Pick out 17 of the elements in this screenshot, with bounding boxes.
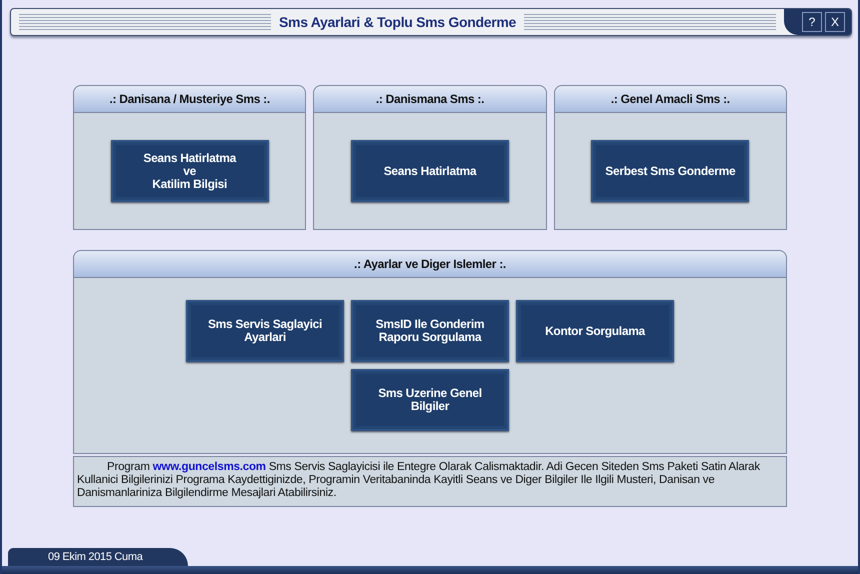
- action-button[interactable]: Kontor Sorgulama: [516, 300, 674, 362]
- status-date: 09 Ekim 2015 Cuma: [8, 548, 188, 566]
- website-link[interactable]: www.guncelsms.com: [152, 461, 266, 473]
- title-bar-button[interactable]: ?: [802, 12, 822, 32]
- action-button[interactable]: Seans Hatirlatma: [350, 140, 509, 202]
- info-paragraph: Program www.guncelsms.com Sms Servis Saglayicisi ile Entegre Olarak Calismaktadir. Adi Gecen Siteden Sms Paketi Satin Alarak Kullanici Bilgilerinizi Programa Kaydettiginizde, Programin Veritabaninda Kayitli Seans ve Diger Bilgiler Ile Ilgili Musteri, Danisan ve Danismanlariniza Bilgilendirme Mesajlari Atabilirsiniz.: [73, 456, 787, 507]
- title-bar-button[interactable]: X: [825, 12, 846, 32]
- action-button[interactable]: SmsID Ile Gonderim Raporu Sorgulama: [351, 300, 509, 362]
- group-header: .: Danisana / Musteriye Sms :.: [73, 85, 306, 113]
- group-header: .: Danismana Sms :.: [313, 85, 547, 113]
- window-title: Sms Ayarlari & Toplu Sms Gonderme: [279, 14, 516, 30]
- group-header: .: Ayarlar ve Diger Islemler :.: [73, 250, 787, 278]
- group-header: .: Genel Amacli Sms :.: [554, 85, 787, 113]
- action-button[interactable]: Seans Hatirlatma ve Katilim Bilgisi: [110, 140, 269, 202]
- action-button[interactable]: Sms Uzerine Genel Bilgiler: [351, 369, 509, 431]
- action-button[interactable]: Serbest Sms Gonderme: [591, 140, 750, 202]
- action-button[interactable]: Sms Servis Saglayici Ayarlari: [186, 300, 344, 362]
